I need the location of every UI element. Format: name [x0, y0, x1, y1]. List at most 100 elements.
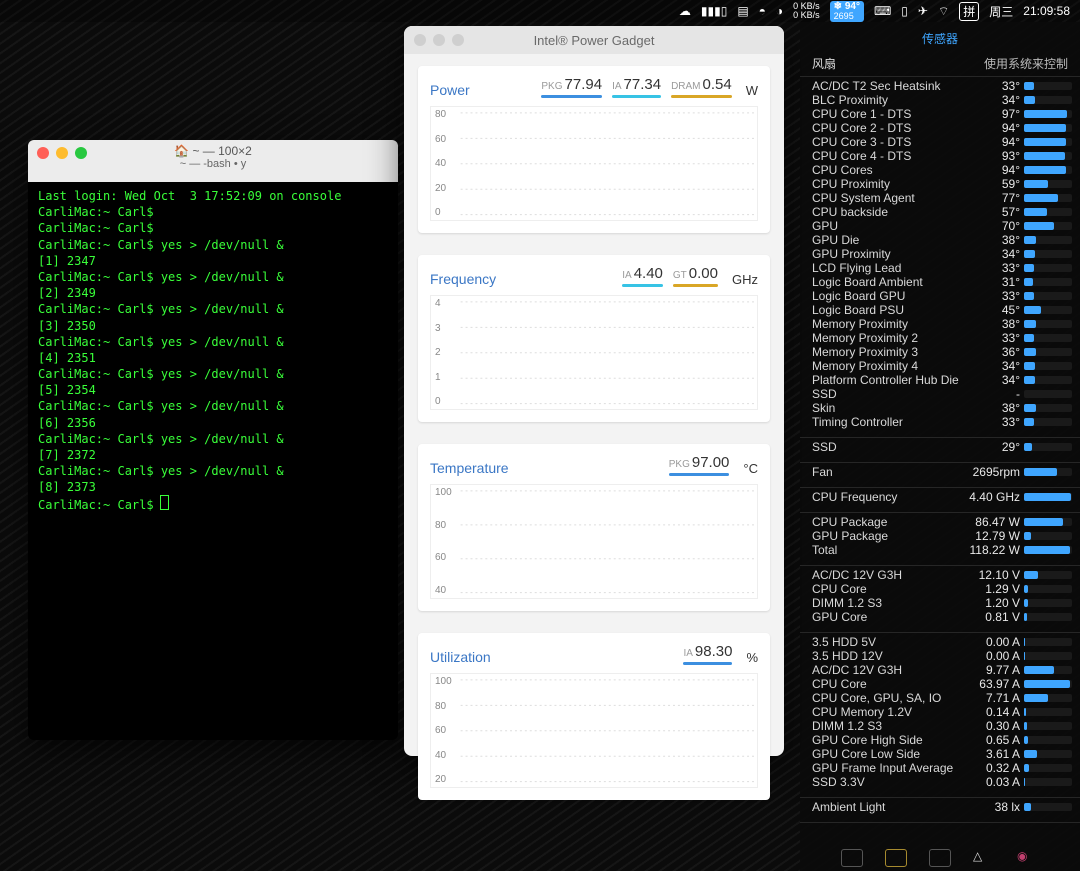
sensor-value: 0.00 A: [964, 635, 1024, 649]
sensor-value: 7.71 A: [964, 691, 1024, 705]
sensor-label: AC/DC T2 Sec Heatsink: [812, 79, 964, 93]
telegram-icon[interactable]: ✈︎: [918, 4, 928, 18]
minimize-icon[interactable]: [433, 34, 445, 46]
sensors-tab-icon[interactable]: ◉: [1017, 849, 1039, 867]
screen-icon[interactable]: ▤: [737, 4, 748, 18]
fan-label: 风扇: [812, 55, 836, 72]
terminal-content[interactable]: Last login: Wed Oct 3 17:52:09 on consol…: [28, 182, 398, 519]
istat-sidebar[interactable]: 传感器 风扇 使用系统来控制 AC/DC T2 Sec Heatsink33°B…: [800, 22, 1080, 871]
sensor-bar: [1024, 264, 1072, 272]
amp-row: GPU Core High Side0.65 A: [800, 733, 1080, 747]
sensor-label: SSD 3.3V: [812, 775, 964, 789]
amp-row: GPU Frame Input Average0.32 A: [800, 761, 1080, 775]
sensor-bar: [1024, 334, 1072, 342]
sensor-value: 34°: [964, 93, 1024, 107]
pg-reading-pkg: PKG77.94: [541, 76, 602, 98]
keyboard-icon[interactable]: ⌨︎: [874, 4, 891, 18]
sensor-bar: [1024, 803, 1072, 811]
amp-row: DIMM 1.2 S30.30 A: [800, 719, 1080, 733]
pg-unit: °C: [739, 461, 758, 476]
sensor-label: GPU: [812, 219, 964, 233]
sensor-label: Skin: [812, 401, 964, 415]
network-tab-icon[interactable]: △: [973, 849, 995, 867]
wifi-icon[interactable]: ⌔: [938, 4, 949, 19]
sensor-label: Ambient Light: [812, 800, 964, 814]
close-icon[interactable]: [37, 147, 49, 159]
sensor-bar: [1024, 278, 1072, 286]
pg-reading-gt: GT0.00: [673, 265, 718, 287]
amp-row: 3.5 HDD 12V0.00 A: [800, 649, 1080, 663]
temp-row: GPU Proximity34°: [800, 247, 1080, 261]
sensor-label: CPU Memory 1.2V: [812, 705, 964, 719]
sensor-label: CPU Frequency: [812, 490, 964, 504]
sensor-bar: [1024, 571, 1072, 579]
sidebar-bottom-icons[interactable]: △ ◉: [800, 849, 1080, 867]
temp-row: CPU Core 4 - DTS93°: [800, 149, 1080, 163]
sensor-value: 38°: [964, 401, 1024, 415]
sidebar-tab-sensors[interactable]: 传感器: [800, 28, 1080, 51]
pg-card-power: PowerPKG77.94IA77.34DRAM0.54W806040200: [418, 66, 770, 233]
zoom-icon[interactable]: [75, 147, 87, 159]
input-method[interactable]: 拼: [959, 2, 979, 21]
disk-icon[interactable]: ◓: [759, 4, 766, 18]
sensor-bar: [1024, 694, 1072, 702]
pg-reading-pkg: PKG97.00: [669, 454, 730, 476]
circle-icon[interactable]: ◑: [776, 4, 783, 18]
power-gadget-window[interactable]: Intel® Power Gadget PowerPKG77.94IA77.34…: [404, 26, 784, 756]
network-rates[interactable]: 0 KB/s 0 KB/s: [793, 2, 820, 20]
sensor-value: 36°: [964, 345, 1024, 359]
sensor-bar: [1024, 208, 1072, 216]
sensor-value: 2695rpm: [964, 465, 1024, 479]
sensor-label: Logic Board PSU: [812, 303, 964, 317]
pg-card-frequency: FrequencyIA4.40GT0.00GHz43210: [418, 255, 770, 422]
sensor-label: GPU Package: [812, 529, 964, 543]
sensor-value: 0.03 A: [964, 775, 1024, 789]
fan-control-mode[interactable]: 使用系统来控制: [984, 55, 1068, 72]
sensor-bar: [1024, 493, 1072, 501]
temp-row: CPU Cores94°: [800, 163, 1080, 177]
close-icon[interactable]: [414, 34, 426, 46]
temp-row: Timing Controller33°: [800, 415, 1080, 429]
cloud-icon[interactable]: ☁︎: [679, 4, 691, 18]
sensor-label: CPU Proximity: [812, 177, 964, 191]
terminal-titlebar[interactable]: 🏠 ~ — 100×2 ~ — -bash • y: [28, 140, 398, 182]
memory-tab-icon[interactable]: [929, 849, 951, 867]
temp-row: GPU70°: [800, 219, 1080, 233]
cpu-tab-icon[interactable]: [841, 849, 863, 867]
volt-row: AC/DC 12V G3H12.10 V: [800, 568, 1080, 582]
battery-icon[interactable]: ▮▮▮▯: [701, 4, 727, 18]
pg-card-readings: PKG97.00 °C: [669, 454, 758, 476]
sensor-label: Logic Board Ambient: [812, 275, 964, 289]
sensor-bar: [1024, 666, 1072, 674]
temp-row: Platform Controller Hub Die34°: [800, 373, 1080, 387]
fan-badge[interactable]: ❄︎ 94° 2695: [830, 1, 864, 22]
temp-row: CPU System Agent77°: [800, 191, 1080, 205]
sensor-label: CPU Core: [812, 582, 964, 596]
sensor-value: 33°: [964, 415, 1024, 429]
sensor-label: 3.5 HDD 12V: [812, 649, 964, 663]
sensor-label: DIMM 1.2 S3: [812, 719, 964, 733]
sensor-label: Memory Proximity: [812, 317, 964, 331]
zoom-icon[interactable]: [452, 34, 464, 46]
sensor-value: 38°: [964, 317, 1024, 331]
temp-row: Memory Proximity38°: [800, 317, 1080, 331]
sensor-bar: [1024, 124, 1072, 132]
phone-battery-icon[interactable]: ▯: [901, 4, 908, 18]
sensor-value: 0.14 A: [964, 705, 1024, 719]
minimize-icon[interactable]: [56, 147, 68, 159]
sensor-label: GPU Frame Input Average: [812, 761, 964, 775]
pg-card-title: Power: [430, 82, 470, 98]
sensor-value: 63.97 A: [964, 677, 1024, 691]
sensor-label: Memory Proximity 4: [812, 359, 964, 373]
sensor-value: 0.65 A: [964, 733, 1024, 747]
pg-titlebar[interactable]: Intel® Power Gadget: [404, 26, 784, 54]
sensor-value: 94°: [964, 121, 1024, 135]
pg-reading-dram: DRAM0.54: [671, 76, 732, 98]
terminal-window[interactable]: 🏠 ~ — 100×2 ~ — -bash • y Last login: We…: [28, 140, 398, 740]
sensor-value: 0.32 A: [964, 761, 1024, 775]
temp-row: CPU Proximity59°: [800, 177, 1080, 191]
sensor-value: 97°: [964, 107, 1024, 121]
pg-reading-ia: IA4.40: [622, 265, 663, 287]
gpu-tab-icon[interactable]: [885, 849, 907, 867]
sensor-value: 34°: [964, 247, 1024, 261]
